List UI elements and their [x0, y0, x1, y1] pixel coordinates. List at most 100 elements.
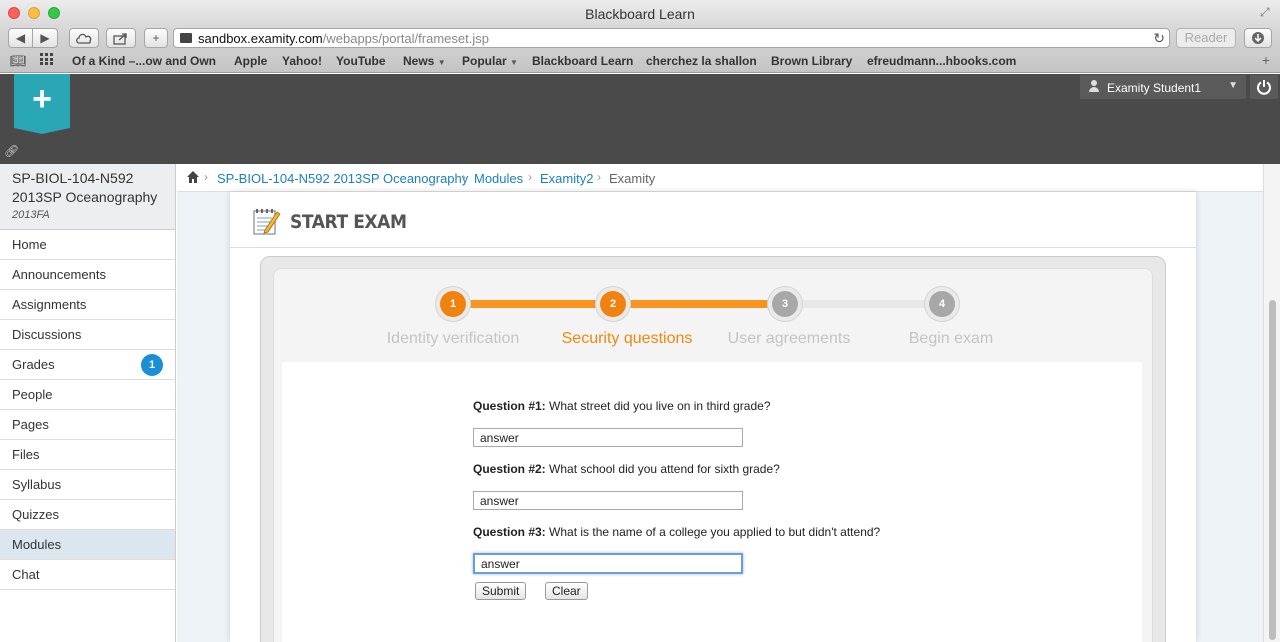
bookmark-apple[interactable]: Apple: [234, 54, 267, 68]
user-menu[interactable]: Examity Student1 ▼: [1080, 75, 1246, 99]
bookmark-blackboard-learn[interactable]: Blackboard Learn: [532, 54, 633, 68]
question-number: Question #1:: [473, 399, 546, 413]
answer-3-input[interactable]: [473, 553, 743, 574]
nav-item-label: Quizzes: [12, 507, 59, 522]
nav-item-chat[interactable]: Chat: [0, 560, 175, 590]
fullscreen-icon[interactable]: ⤢: [1260, 6, 1272, 18]
nav-item-files[interactable]: Files: [0, 440, 175, 470]
add-module-tab[interactable]: +: [14, 74, 70, 134]
progress-track-3-4: [782, 300, 946, 308]
bookmark-brown-library[interactable]: Brown Library: [771, 54, 852, 68]
home-icon[interactable]: [186, 170, 200, 184]
bookmark-yahoo[interactable]: Yahoo!: [282, 54, 322, 68]
question-3-label: Question #3: What is the name of a colle…: [473, 525, 880, 539]
downloads-button[interactable]: [1244, 28, 1272, 48]
exam-header: START EXAM: [230, 192, 1196, 248]
nav-item-pages[interactable]: Pages: [0, 410, 175, 440]
nav-item-grades[interactable]: Grades 1: [0, 350, 175, 380]
step-number: 1: [440, 291, 466, 317]
main-content: › SP-BIOL-104-N592 2013SP Oceanography ›…: [177, 164, 1263, 642]
nav-item-people[interactable]: People: [0, 380, 175, 410]
nav-item-announcements[interactable]: Announcements: [0, 260, 175, 290]
address-bar[interactable]: sandbox.examity.com/webapps/portal/frame…: [173, 28, 1170, 48]
nav-item-syllabus[interactable]: Syllabus: [0, 470, 175, 500]
reload-icon[interactable]: ↻: [1153, 30, 1165, 47]
bookmark-youtube[interactable]: YouTube: [336, 54, 386, 68]
blackboard-header: + 🔗︎ Examity Student1 ▼: [0, 74, 1280, 164]
breadcrumb-examity2[interactable]: Examity2: [540, 171, 593, 186]
security-questions-form: Question #1: What street did you live on…: [282, 362, 1142, 642]
nav-item-assignments[interactable]: Assignments: [0, 290, 175, 320]
step-1-label: Identity verification: [386, 330, 520, 347]
breadcrumb-current: Examity: [609, 171, 656, 186]
step-2-label: Security questions: [561, 330, 693, 347]
course-title[interactable]: SP-BIOL-104-N592 2013SP Oceanography: [12, 169, 163, 207]
grades-count-badge: 1: [141, 354, 163, 376]
link-icon[interactable]: 🔗︎: [4, 144, 19, 158]
reader-button[interactable]: Reader: [1176, 28, 1236, 48]
step-2-marker: 2: [595, 286, 631, 322]
clear-button[interactable]: Clear: [545, 582, 588, 600]
nav-item-label: Home: [12, 237, 47, 252]
share-button[interactable]: [106, 28, 136, 48]
browser-toolbar: ◀ ▶ + sandbox.examity.com/webapps/portal…: [0, 28, 1280, 50]
reading-list-icon[interactable]: 📖︎: [10, 53, 27, 69]
nav-item-home[interactable]: Home: [0, 230, 175, 260]
step-3-marker: 3: [767, 286, 803, 322]
chevron-down-icon: ▼: [437, 58, 446, 67]
progress-track-2-3: [618, 300, 778, 308]
step-number: 3: [772, 291, 798, 317]
nav-item-label: People: [12, 387, 53, 402]
chevron-down-icon: ▼: [510, 58, 518, 67]
downloads-icon: [1252, 32, 1264, 44]
bookmark-of-a-kind[interactable]: Of a Kind –...ow and Own: [72, 54, 216, 68]
submit-button[interactable]: Submit: [475, 582, 527, 600]
course-term: 2013FA: [12, 209, 50, 221]
bookmark-news-label: News: [403, 54, 435, 68]
nav-item-label: Pages: [12, 417, 49, 432]
step-3-label: User agreements: [727, 330, 851, 347]
step-4-marker: 4: [924, 286, 960, 322]
url-path: /webapps/portal/frameset.jsp: [322, 31, 489, 46]
question-number: Question #3:: [473, 525, 546, 539]
top-sites-icon[interactable]: [40, 53, 54, 68]
add-bookmark-icon[interactable]: +: [1256, 52, 1276, 70]
bookmark-news-menu[interactable]: News ▼: [403, 54, 446, 68]
step-1-marker: 1: [435, 286, 471, 322]
breadcrumb: › SP-BIOL-104-N592 2013SP Oceanography ›…: [177, 164, 1263, 192]
forward-button[interactable]: ▶: [32, 28, 58, 48]
nav-item-discussions[interactable]: Discussions: [0, 320, 175, 350]
page-scrollbar[interactable]: [1263, 164, 1280, 642]
breadcrumb-course[interactable]: SP-BIOL-104-N592 2013SP Oceanography: [217, 171, 468, 186]
question-text: What school did you attend for sixth gra…: [549, 462, 780, 476]
icloud-tabs-button[interactable]: [69, 28, 99, 48]
breadcrumb-chevron-icon: ›: [528, 170, 532, 184]
logout-button[interactable]: [1250, 75, 1278, 99]
bookmarks-bar: 📖︎ Of a Kind –...ow and Own Apple Yahoo!…: [0, 50, 1280, 73]
power-icon: [1257, 80, 1271, 95]
nav-item-label: Grades: [12, 357, 55, 372]
answer-1-input[interactable]: [473, 428, 743, 447]
back-button[interactable]: ◀: [8, 28, 33, 48]
step-4-label: Begin exam: [908, 330, 994, 347]
nav-item-quizzes[interactable]: Quizzes: [0, 500, 175, 530]
new-tab-button[interactable]: +: [144, 28, 168, 48]
cloud-icon: [76, 33, 92, 44]
plus-icon: +: [32, 80, 52, 118]
question-2-label: Question #2: What school did you attend …: [473, 462, 780, 476]
answer-2-input[interactable]: [473, 491, 743, 510]
bookmark-efreudmann[interactable]: efreudmann...hbooks.com: [867, 54, 1016, 68]
bookmark-cherchez-la-shallon[interactable]: cherchez la shallon: [646, 54, 757, 68]
nav-item-label: Modules: [12, 537, 62, 552]
nav-item-label: Chat: [12, 567, 40, 582]
bookmark-popular-menu[interactable]: Popular ▼: [462, 54, 518, 68]
site-favicon-icon: [180, 33, 192, 43]
exam-title: START EXAM: [290, 211, 407, 233]
breadcrumb-chevron-icon: ›: [204, 170, 208, 184]
step-number: 2: [600, 291, 626, 317]
question-text: What is the name of a college you applie…: [549, 525, 881, 539]
nav-item-modules[interactable]: Modules: [0, 530, 175, 560]
question-text: What street did you live on in third gra…: [549, 399, 771, 413]
breadcrumb-modules[interactable]: Modules: [474, 171, 523, 186]
scrollbar-thumb[interactable]: [1269, 300, 1276, 640]
